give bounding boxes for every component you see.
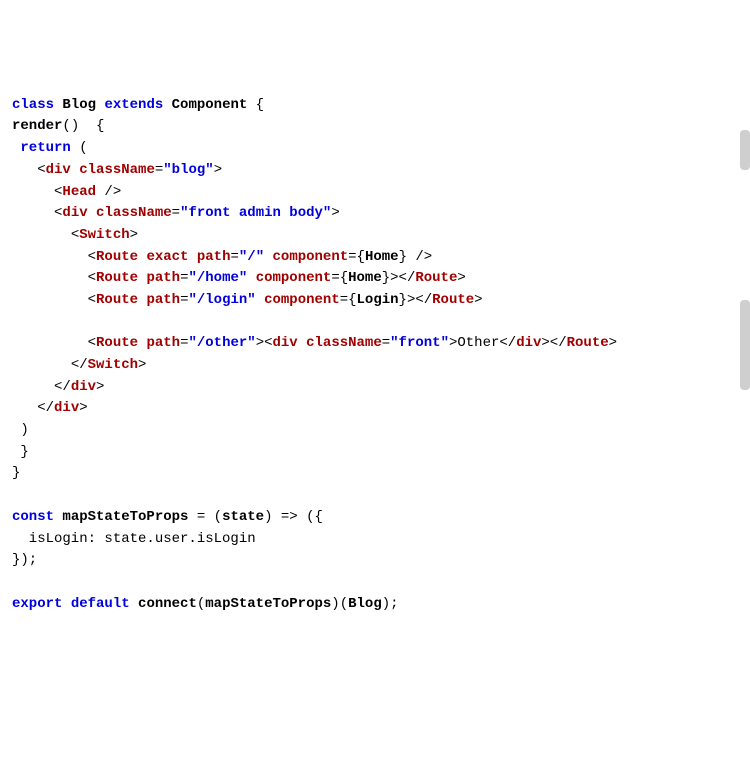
brace: { — [247, 97, 264, 113]
scrollbar-thumb[interactable] — [740, 130, 750, 170]
code-line: <Route exact path="/" component={Home} /… — [12, 249, 432, 265]
jsx-tag-div: div — [62, 205, 87, 221]
code-line: </div> — [12, 379, 104, 395]
code-line: class Blog extends Component { — [12, 97, 264, 113]
punct: () { — [62, 118, 104, 134]
jsx-attr-classname: className — [79, 162, 155, 178]
jsx-attr-classname: className — [306, 335, 382, 351]
code-line: <Route path="/other"><div className="fro… — [12, 335, 617, 351]
string-blog: "blog" — [163, 162, 213, 178]
ident-home: Home — [365, 249, 399, 265]
keyword-export: export — [12, 596, 62, 612]
code-line: const mapStateToProps = (state) => ({ — [12, 509, 323, 525]
jsx-tag-div: div — [273, 335, 298, 351]
string-other: "/other" — [188, 335, 255, 351]
code-line: <div className="front admin body"> — [12, 205, 340, 221]
jsx-attr-classname: className — [96, 205, 172, 221]
jsx-tag-div: div — [54, 400, 79, 416]
jsx-tag-switch: Switch — [88, 357, 138, 373]
code-line: } — [12, 444, 29, 460]
code-line-blank — [12, 487, 20, 503]
ident-blog: Blog — [348, 596, 382, 612]
jsx-tag-route: Route — [96, 292, 138, 308]
string-root: "/" — [239, 249, 264, 265]
string-login: "/login" — [188, 292, 255, 308]
jsx-tag-switch: Switch — [79, 227, 129, 243]
keyword-extends: extends — [104, 97, 163, 113]
code-line: return ( — [12, 140, 88, 156]
code-line: <Switch> — [12, 227, 138, 243]
code-line: } — [12, 465, 20, 481]
code-line: isLogin: state.user.isLogin — [12, 531, 256, 547]
ident-mapstatetoprops: mapStateToProps — [62, 509, 188, 525]
ident-home: Home — [348, 270, 382, 286]
scrollbar-thumb[interactable] — [740, 300, 750, 390]
code-line: export default connect(mapStateToProps)(… — [12, 596, 399, 612]
code-line: <Route path="/login" component={Login}><… — [12, 292, 483, 308]
jsx-attr-component: component — [273, 249, 349, 265]
jsx-attr-path: path — [197, 249, 231, 265]
code-line: }); — [12, 552, 37, 568]
jsx-attr-component: component — [256, 270, 332, 286]
keyword-class: class — [12, 97, 54, 113]
ident-blog: Blog — [62, 97, 96, 113]
code-line: render() { — [12, 118, 104, 134]
jsx-attr-component: component — [264, 292, 340, 308]
string-front: "front" — [390, 335, 449, 351]
code-line: </Switch> — [12, 357, 146, 373]
jsx-tag-route: Route — [96, 270, 138, 286]
jsx-tag-route: Route — [96, 249, 138, 265]
jsx-attr-exact: exact — [146, 249, 188, 265]
code-line: <Head /> — [12, 184, 121, 200]
paren: ) — [20, 422, 28, 438]
ident-mapstatetoprops: mapStateToProps — [205, 596, 331, 612]
ident-connect: connect — [138, 596, 197, 612]
code-line-blank — [12, 314, 20, 330]
ident-render: render — [12, 118, 62, 134]
jsx-tag-head: Head — [62, 184, 96, 200]
keyword-default: default — [71, 596, 130, 612]
jsx-tag-div: div — [71, 379, 96, 395]
punct: ( — [71, 140, 88, 156]
angle-open: < — [37, 162, 45, 178]
keyword-return: return — [20, 140, 70, 156]
ident-component: Component — [172, 97, 248, 113]
code-line: </div> — [12, 400, 88, 416]
jsx-attr-path: path — [146, 270, 180, 286]
code-line: <div className="blog"> — [12, 162, 222, 178]
scrollbar[interactable] — [740, 0, 750, 775]
jsx-attr-path: path — [146, 335, 180, 351]
ident-state: state — [222, 509, 264, 525]
ident-login: Login — [357, 292, 399, 308]
keyword-const: const — [12, 509, 54, 525]
jsx-tag-div: div — [46, 162, 71, 178]
prop-islogin: isLogin: state.user.isLogin — [12, 531, 256, 547]
jsx-tag-route: Route — [96, 335, 138, 351]
string-front-admin-body: "front admin body" — [180, 205, 331, 221]
string-home: "/home" — [188, 270, 247, 286]
code-line-blank — [12, 574, 20, 590]
punct: }); — [12, 552, 37, 568]
brace: } — [20, 444, 28, 460]
angle-close: > — [214, 162, 222, 178]
jsx-attr-path: path — [146, 292, 180, 308]
code-line: <Route path="/home" component={Home}></R… — [12, 270, 466, 286]
brace: } — [12, 465, 20, 481]
code-block: class Blog extends Component { render() … — [12, 95, 738, 616]
code-line: ) — [12, 422, 29, 438]
